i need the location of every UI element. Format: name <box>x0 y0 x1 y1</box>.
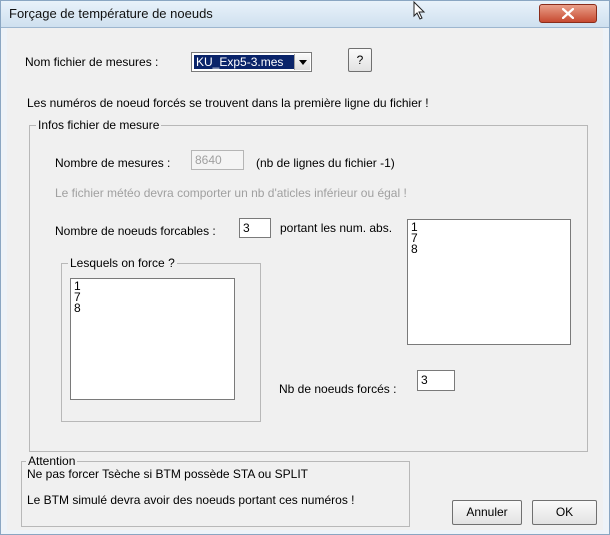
list-item[interactable]: 7 <box>74 291 231 303</box>
meteo-note: Le fichier météo devra comporter un nb d… <box>55 186 407 200</box>
forcables-label: Nombre de noeuds forcables : <box>55 224 216 238</box>
close-button[interactable] <box>539 4 597 23</box>
dialog-window: Forçage de température de noeuds Nom fic… <box>0 0 610 535</box>
nb-mesures-note: (nb de lignes du fichier -1) <box>256 156 395 170</box>
dialog-body: Nom fichier de mesures : KU_Exp5-3.mes ?… <box>7 28 603 530</box>
file-label: Nom fichier de mesures : <box>25 55 159 69</box>
list-item[interactable]: 8 <box>74 302 231 314</box>
close-icon <box>562 8 574 19</box>
cancel-button[interactable]: Annuler <box>452 500 522 525</box>
file-select-arrow[interactable] <box>294 54 310 70</box>
attention-line-2: Le BTM simulé devra avoir des noeuds por… <box>27 493 355 507</box>
file-select-value: KU_Exp5-3.mes <box>193 54 295 70</box>
title-bar[interactable]: Forçage de température de noeuds <box>1 1 609 28</box>
list-item[interactable]: 7 <box>411 232 567 244</box>
portant-label: portant les num. abs. <box>280 221 393 235</box>
infos-group-title: Infos fichier de mesure <box>36 118 162 132</box>
lesquels-group-title: Lesquels on force ? <box>68 256 177 270</box>
forcables-field[interactable]: 3 <box>239 218 271 238</box>
abs-numbers-list[interactable]: 1 7 8 <box>407 219 571 345</box>
nb-mesures-label: Nombre de mesures : <box>55 156 171 170</box>
list-item[interactable]: 1 <box>411 221 567 233</box>
list-item[interactable]: 1 <box>74 280 231 292</box>
window-title: Forçage de température de noeuds <box>9 6 213 21</box>
cursor-icon <box>413 1 426 20</box>
attention-title: Attention <box>26 454 78 468</box>
force-nodes-list[interactable]: 1 7 8 <box>70 278 235 400</box>
attention-line-1: Ne pas forcer Tsèche si BTM possède STA … <box>27 467 309 481</box>
help-button[interactable]: ? <box>348 48 372 72</box>
file-select[interactable]: KU_Exp5-3.mes <box>191 52 312 72</box>
list-item[interactable]: 8 <box>411 243 567 255</box>
chevron-down-icon <box>299 60 307 65</box>
ok-button[interactable]: OK <box>532 500 597 525</box>
info-line: Les numéros de noeud forcés se trouvent … <box>27 96 429 110</box>
nb-forces-label: Nb de noeuds forcés : <box>279 382 397 396</box>
nb-mesures-field: 8640 <box>191 150 244 170</box>
nb-forces-field[interactable]: 3 <box>417 370 455 391</box>
